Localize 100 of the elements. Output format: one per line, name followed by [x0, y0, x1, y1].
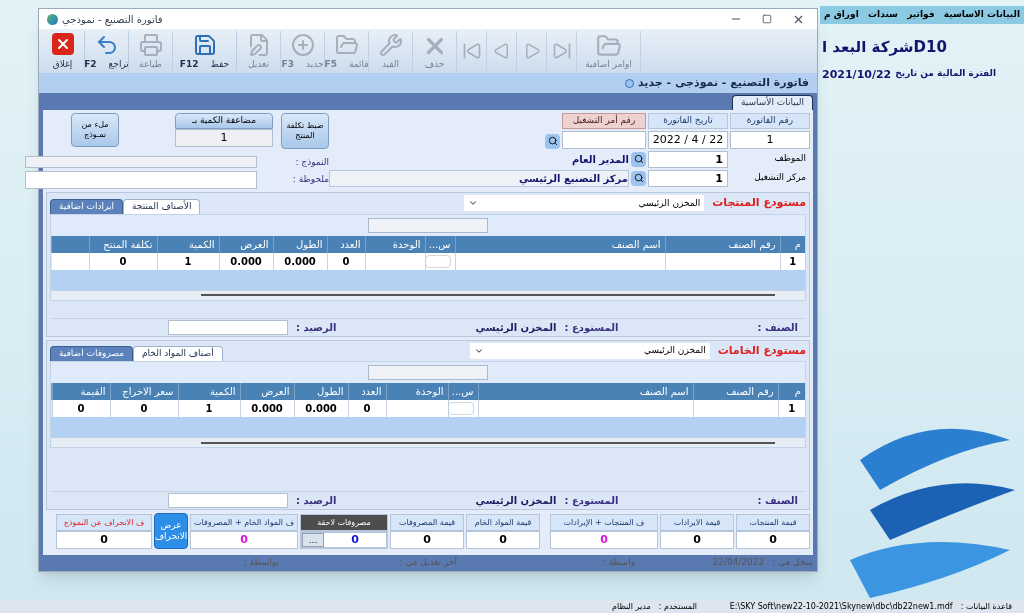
field-label: ملحوظة :: [291, 173, 329, 187]
input-field[interactable]: 1: [730, 130, 810, 149]
table-cell: 0.000: [305, 403, 337, 414]
scrollbar[interactable]: [201, 441, 775, 444]
column-header[interactable]: س...: [425, 235, 455, 253]
tab[interactable]: أصناف المواد الخام: [133, 346, 223, 361]
column-header[interactable]: الكمية: [157, 235, 219, 253]
column-header[interactable]: العرض: [219, 235, 273, 253]
search-button[interactable]: [631, 170, 646, 186]
menu-item[interactable]: اوراق م: [824, 8, 859, 22]
floppy-icon: [192, 33, 217, 57]
input-field[interactable]: [25, 171, 257, 189]
balance-label: الرصيد :: [296, 320, 337, 335]
table-cell: 0: [363, 403, 371, 414]
lookup-name: المدير العام: [571, 152, 629, 167]
table-cell: 1: [789, 255, 797, 267]
search-field[interactable]: [368, 217, 488, 233]
total-value: 0: [99, 531, 109, 548]
column-header[interactable]: العدد: [327, 235, 365, 253]
search-icon: [633, 154, 644, 164]
tab[interactable]: البيانات الأساسية: [732, 95, 813, 110]
toolbar-button[interactable]: إغلاق: [41, 31, 85, 71]
table-cell: 1: [205, 403, 213, 414]
tab[interactable]: الأصناف المنتجة: [123, 198, 201, 214]
tab[interactable]: ايرادات اضافية: [50, 198, 124, 214]
column-header[interactable]: م: [780, 235, 805, 253]
first-icon: [461, 41, 482, 61]
adjust-cost-button[interactable]: ضبط تكلفة المنتج: [281, 113, 329, 149]
printer-icon: [138, 33, 163, 57]
column-header[interactable]: الطول: [273, 235, 327, 253]
close-icon: [51, 33, 74, 55]
search-button[interactable]: [545, 133, 560, 149]
field-label: مركز التشغيل: [753, 171, 807, 185]
select-cell-button[interactable]: [447, 402, 474, 415]
menu-item[interactable]: سندات: [868, 8, 898, 22]
fill-template-button[interactable]: ملء من نمـوذج: [71, 113, 119, 147]
warehouse-name: المخزن الرئيسي: [475, 494, 557, 508]
form-title: فاتورة التصنيع - نموذجى - جديد: [637, 74, 809, 91]
table-cell: 0.000: [284, 255, 316, 267]
field-label: رقم الفاتورة: [730, 113, 810, 129]
menu-item[interactable]: فواتير: [907, 8, 935, 22]
multiply-field[interactable]: 1: [175, 129, 273, 147]
field-label: رقم أمر التشغيل: [562, 113, 646, 129]
input-field[interactable]: [25, 156, 257, 169]
table-cell: 0: [342, 255, 350, 267]
balance-field[interactable]: [168, 319, 288, 335]
total-label: مصروفات لاحقة: [300, 514, 388, 531]
total-value: 0: [768, 531, 778, 548]
scrollbar[interactable]: [201, 294, 775, 296]
app-icon: [47, 13, 58, 25]
total-value: 0: [498, 531, 508, 548]
column-header[interactable]: الوحدة: [365, 235, 425, 253]
warehouse-caption: المستودع :: [564, 494, 619, 508]
table-cell: 1: [184, 255, 192, 267]
multiply-button[interactable]: مضاعفة الكمية بـ: [175, 113, 273, 129]
db-path: E:\SKY Soft\new22-10-2021\Skynew\dbc\db22new1.mdf: [729, 600, 953, 613]
input-field[interactable]: 1: [648, 150, 728, 168]
select-cell-button[interactable]: [424, 254, 451, 268]
warehouse-name: المخزن الرئيسي: [475, 320, 557, 335]
total-value: 0: [599, 531, 609, 548]
tab[interactable]: مصروفات اضافية: [50, 346, 134, 361]
field-label: تاريخ الفاتورة: [648, 113, 728, 129]
plus-icon: [290, 33, 315, 57]
db-label: قاعدة البيانات :: [960, 600, 1012, 613]
input-field[interactable]: 2022 / 4 / 22: [648, 130, 728, 149]
search-field[interactable]: [368, 365, 488, 380]
window-title: فاتورة التصنيع - نموذجي: [62, 12, 163, 27]
warehouse-dropdown[interactable]: المخزن الرئيسي: [469, 342, 710, 359]
balance-field[interactable]: [168, 493, 288, 508]
search-button[interactable]: [631, 151, 646, 167]
total-label: قيمة المنتجات: [736, 514, 810, 531]
last-icon: [551, 41, 572, 61]
column-header[interactable]: اسم الصنف: [455, 235, 665, 253]
deviation-button[interactable]: عرض الانحراف: [154, 513, 188, 549]
warehouse-caption: المستودع :: [564, 320, 619, 335]
total-label: ف المنتجات + الإيرادات: [550, 514, 658, 531]
maximize-icon[interactable]: [762, 14, 772, 24]
record-label: آخر تعديل في :: [399, 556, 457, 570]
table-cell: 0.000: [251, 403, 283, 414]
table-cell: 1: [788, 403, 796, 414]
total-value: 0: [692, 531, 702, 548]
input-field[interactable]: [562, 130, 646, 149]
more-button[interactable]: ...: [302, 533, 324, 547]
total-value: 0: [239, 531, 249, 548]
wrench-icon: [378, 33, 403, 57]
table-cell: 0.000: [230, 255, 262, 267]
user-name: مدير النظام: [612, 600, 651, 613]
warehouse-label: مستودع الخامات: [717, 342, 806, 359]
search-icon: [547, 136, 558, 146]
column-header[interactable]: تكلفة المنتج: [89, 235, 157, 253]
company-name: D10شركة البعد ا: [822, 37, 947, 58]
folder-icon: [334, 33, 359, 57]
input-field[interactable]: 1: [648, 169, 728, 187]
item-label: الصنف :: [757, 320, 798, 335]
menu-item[interactable]: البيانات الاساسية: [943, 8, 1020, 22]
field-label: الموظف: [773, 152, 807, 166]
total-label: ف الانحراف عن النموذج: [56, 514, 152, 531]
column-header[interactable]: رقم الصنف: [665, 235, 780, 253]
warehouse-dropdown[interactable]: المخزن الرئيسي: [464, 195, 705, 212]
table-cell: 0: [140, 403, 148, 414]
